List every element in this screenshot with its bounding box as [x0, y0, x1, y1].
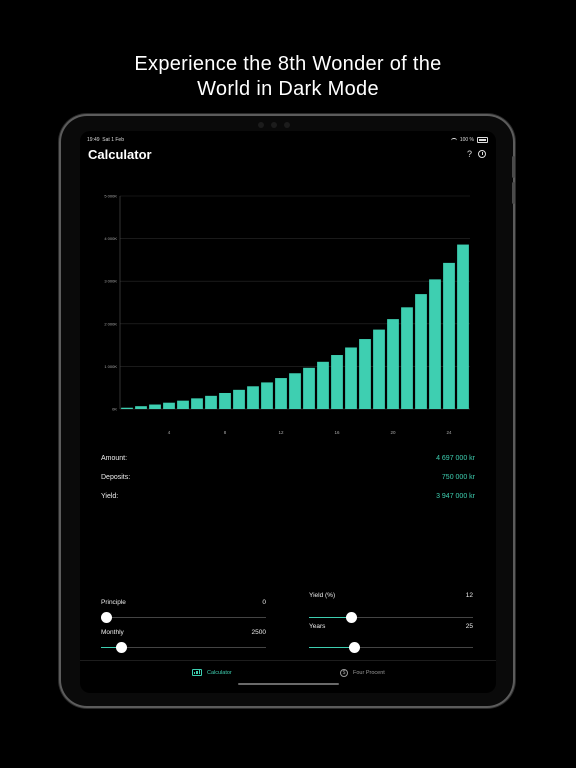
status-right: 100 %	[450, 137, 488, 143]
page-title: Calculator	[88, 147, 152, 162]
bar	[387, 319, 399, 409]
x-tick-label: 12	[278, 430, 284, 435]
bar	[219, 392, 231, 409]
principle-label: Principle	[101, 599, 126, 606]
y-tick-label: 2 000K	[104, 321, 117, 326]
bar	[429, 279, 441, 409]
bar	[149, 404, 161, 409]
headline-line-1: Experience the 8th Wonder of the	[134, 53, 442, 75]
bar	[261, 382, 273, 409]
yield-value: 12	[465, 592, 473, 599]
wifi-icon	[450, 137, 457, 143]
monthly-control: Monthly 2500	[101, 629, 266, 655]
y-tick-label: 5 000K	[104, 194, 117, 199]
x-tick-label: 20	[390, 430, 396, 435]
bar	[415, 294, 427, 409]
y-tick-label: 3 000K	[104, 279, 117, 284]
summary-value-deposits: 750 000 kr	[441, 474, 475, 481]
tab-bar: Calculator $ Four Procent	[80, 660, 496, 693]
years-slider-knob[interactable]	[348, 642, 360, 653]
y-tick-label: 0K	[112, 407, 117, 412]
yield-slider-knob[interactable]	[345, 612, 357, 623]
side-button	[512, 182, 515, 204]
bar	[359, 339, 371, 409]
bar	[345, 347, 357, 409]
help-icon[interactable]: ?	[467, 149, 472, 159]
monthly-label: Monthly	[101, 629, 124, 636]
bar	[331, 355, 343, 409]
x-tick-label: 24	[446, 430, 452, 435]
camera-dot	[271, 122, 277, 128]
x-tick-label: 8	[224, 430, 227, 435]
summary-value-amount: 4 697 000 kr	[436, 455, 475, 462]
bar	[191, 398, 203, 409]
bar	[177, 400, 189, 409]
home-indicator	[238, 683, 339, 685]
monthly-slider-knob[interactable]	[116, 642, 128, 653]
y-tick-label: 1 000K	[104, 364, 117, 369]
bar-chart-icon	[192, 669, 202, 676]
status-time: 19:49 Sat 1 Feb	[87, 137, 124, 143]
history-icon[interactable]	[478, 150, 486, 158]
bar	[443, 262, 455, 409]
principle-track[interactable]	[101, 617, 266, 618]
battery-icon	[477, 137, 488, 143]
yield-label: Yield (%)	[309, 592, 336, 599]
summary-label-yield: Yield:	[101, 493, 119, 500]
bar	[289, 373, 301, 409]
headline: Experience the 8th Wonder of the World i…	[0, 52, 576, 102]
top-actions: ?	[467, 149, 486, 159]
bar	[373, 329, 385, 409]
yield-control: Yield (%) 12	[309, 592, 473, 623]
bar	[317, 361, 329, 409]
status-bar: 19:49 Sat 1 Feb 100 %	[80, 134, 496, 146]
bar	[163, 402, 175, 409]
headline-line-2: World in Dark Mode	[197, 78, 379, 100]
bar	[303, 367, 315, 409]
side-button	[512, 156, 515, 178]
tab-four-procent[interactable]: $ Four Procent	[340, 669, 385, 677]
years-label: Years	[309, 623, 326, 630]
summary-value-yield: 3 947 000 kr	[436, 493, 475, 500]
tab-calculator[interactable]: Calculator	[192, 669, 232, 676]
years-control: Years 25	[309, 623, 473, 653]
principle-control: Principle 0	[101, 599, 266, 625]
summary-label-deposits: Deposits:	[101, 474, 131, 481]
x-tick-label: 4	[168, 430, 171, 435]
bar	[135, 406, 147, 409]
battery-percent: 100 %	[459, 137, 474, 143]
y-tick-label: 4 000K	[104, 236, 117, 241]
camera-dot	[284, 122, 290, 128]
bar	[205, 395, 217, 409]
bar	[121, 407, 133, 409]
x-tick-label: 16	[334, 430, 340, 435]
summary-label-amount: Amount:	[101, 455, 128, 462]
years-value: 25	[465, 623, 473, 630]
yield-chart: 0K 1 000K 2 000K 3 000K 4 000K 5 000K 4 8 12 16 20…	[104, 194, 470, 435]
principle-slider-knob[interactable]	[101, 612, 112, 623]
camera-dot	[258, 122, 264, 128]
bar	[401, 307, 413, 409]
app-screen: 19:49 Sat 1 Feb 100 % Calculator ? 0K 1 0…	[80, 131, 496, 693]
principle-value: 0	[262, 599, 266, 606]
bar	[275, 378, 287, 409]
bar	[247, 386, 259, 409]
bar	[457, 244, 469, 409]
dollar-coin-icon: $	[340, 669, 348, 677]
monthly-value: 2500	[251, 629, 266, 636]
tab-four-procent-label: Four Procent	[353, 670, 385, 676]
tab-calculator-label: Calculator	[207, 669, 232, 676]
bar	[233, 389, 245, 409]
